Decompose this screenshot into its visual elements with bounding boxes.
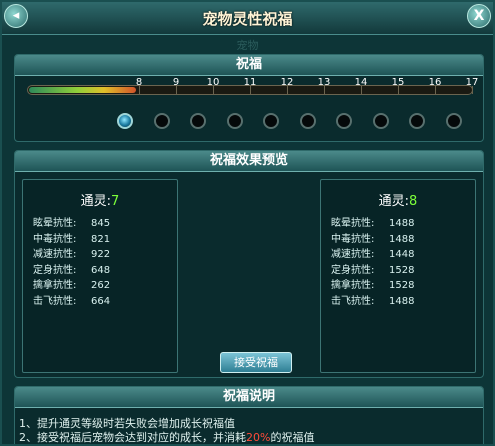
current-stats-box: 通灵:7 眩晕抗性: 845 中毒抗性: 821 减速抗性: 922 定身抗性: 648 擒拿抗…	[22, 179, 178, 373]
stat-value: 821	[91, 233, 111, 245]
stat-row: 减速抗性: 922	[33, 245, 173, 260]
stat-row: 眩晕抗性: 1488	[331, 214, 471, 229]
stat-value: 648	[91, 264, 111, 276]
next-level-label: 通灵:	[378, 194, 410, 209]
progress-tick-mark	[176, 86, 177, 94]
next-level: 通灵:8	[321, 190, 475, 209]
note-line-2-highlight: 20%	[246, 431, 271, 444]
stat-row: 眩晕抗性: 845	[33, 214, 173, 229]
stat-row: 击飞抗性: 664	[33, 292, 173, 307]
ghost-label: 宠物	[236, 39, 259, 52]
progress-tick-mark	[398, 86, 399, 94]
note-line-2-start: 2、接受祝福后宠物会达到对应的成长，并消耗	[19, 431, 246, 444]
stat-label: 中毒抗性:	[331, 233, 375, 245]
stat-value: 1488	[389, 218, 415, 229]
stat-value: 1448	[389, 249, 415, 260]
stat-label: 定身抗性:	[33, 264, 77, 276]
bless-level-dot[interactable]	[226, 113, 243, 129]
stat-label: 擒拿抗性:	[331, 280, 375, 291]
bless-level-dot[interactable]	[299, 113, 316, 129]
preview-panel-header: 祝福效果预览	[15, 151, 483, 172]
preview-panel: 祝福效果预览 通灵:7 眩晕抗性: 845 中毒抗性: 821 减速抗性: 922 定身抗性…	[14, 150, 484, 378]
stat-value: 1528	[389, 280, 415, 291]
progress-tick-mark	[435, 86, 436, 94]
stat-value: 845	[91, 218, 111, 229]
next-level-value: 8	[409, 194, 418, 209]
stat-label: 击飞抗性:	[33, 295, 77, 307]
stat-label: 击飞抗性:	[331, 295, 375, 307]
next-stats-box: 通灵:8 眩晕抗性: 1488 中毒抗性: 1488 减速抗性: 1448 定身抗性: 152…	[320, 179, 476, 373]
stat-row: 击飞抗性: 1488	[331, 292, 471, 307]
stat-row: 中毒抗性: 821	[33, 230, 173, 245]
stat-label: 眩晕抗性:	[33, 218, 77, 229]
stat-label: 擒拿抗性:	[33, 280, 77, 291]
pet-bless-window: ◂ 宠物灵性祝福 X 宠物 祝福 8 9 10 11 12 13 14 15 16 17 祝福效果…	[0, 0, 495, 446]
stat-row: 擒拿抗性: 1528	[331, 276, 471, 291]
bless-level-dot[interactable]	[117, 113, 133, 129]
stat-value: 1488	[389, 233, 415, 245]
window-title: 宠物灵性祝福	[202, 10, 293, 28]
progress-tick-mark	[287, 86, 288, 94]
progress-tick-mark	[324, 86, 325, 94]
bless-panel-header: 祝福	[15, 55, 483, 76]
stat-row: 擒拿抗性: 262	[33, 276, 173, 291]
stat-value: 664	[91, 295, 111, 307]
stat-value: 1488	[389, 295, 415, 307]
stat-label: 眩晕抗性:	[331, 218, 375, 229]
accept-bless-button[interactable]: 接受祝福	[220, 352, 292, 373]
bless-level-dot[interactable]	[153, 113, 170, 129]
note-line-2: 2、接受祝福后宠物会达到对应的成长，并消耗20%的祝福值	[19, 429, 315, 444]
bless-panel: 祝福 8 9 10 11 12 13 14 15 16 17	[14, 54, 484, 142]
progress-tick-mark	[139, 86, 140, 94]
bless-level-dot[interactable]	[336, 113, 352, 129]
stat-label: 减速抗性:	[33, 249, 77, 260]
stat-value: 1528	[389, 264, 415, 276]
stat-row: 中毒抗性: 1488	[331, 230, 471, 245]
notes-panel: 祝福说明 1、提升通灵等级时若失败会增加成长祝福值 2、接受祝福后宠物会达到对应…	[14, 386, 484, 444]
title-bar: ◂ 宠物灵性祝福 X	[2, 2, 493, 35]
stat-value: 922	[91, 249, 111, 260]
bless-level-dot[interactable]	[372, 113, 389, 129]
progress-tick-mark	[250, 86, 251, 94]
bless-level-dot[interactable]	[190, 113, 206, 129]
stat-row: 定身抗性: 1528	[331, 261, 471, 276]
close-icon: X	[473, 8, 485, 24]
close-button[interactable]: X	[467, 4, 491, 28]
stat-value: 262	[91, 280, 111, 291]
stat-label: 定身抗性:	[331, 264, 375, 276]
note-line-2-end: 的祝福值	[270, 431, 315, 444]
progress-tick-mark	[213, 86, 214, 94]
progress-tick-mark	[361, 86, 362, 94]
current-level-label: 通灵:	[80, 194, 112, 209]
bless-level-dot[interactable]	[263, 113, 279, 129]
notes-panel-header: 祝福说明	[15, 387, 483, 408]
bless-level-dot[interactable]	[445, 113, 462, 129]
bless-progress-fill	[29, 87, 136, 93]
stat-row: 减速抗性: 1448	[331, 245, 471, 260]
bless-level-dot[interactable]	[409, 113, 425, 129]
stat-row: 定身抗性: 648	[33, 261, 173, 276]
stat-label: 减速抗性:	[331, 249, 375, 260]
progress-tick-mark	[472, 86, 473, 94]
stat-label: 中毒抗性:	[33, 233, 77, 245]
current-level-value: 7	[111, 194, 120, 209]
current-level: 通灵:7	[23, 190, 177, 209]
